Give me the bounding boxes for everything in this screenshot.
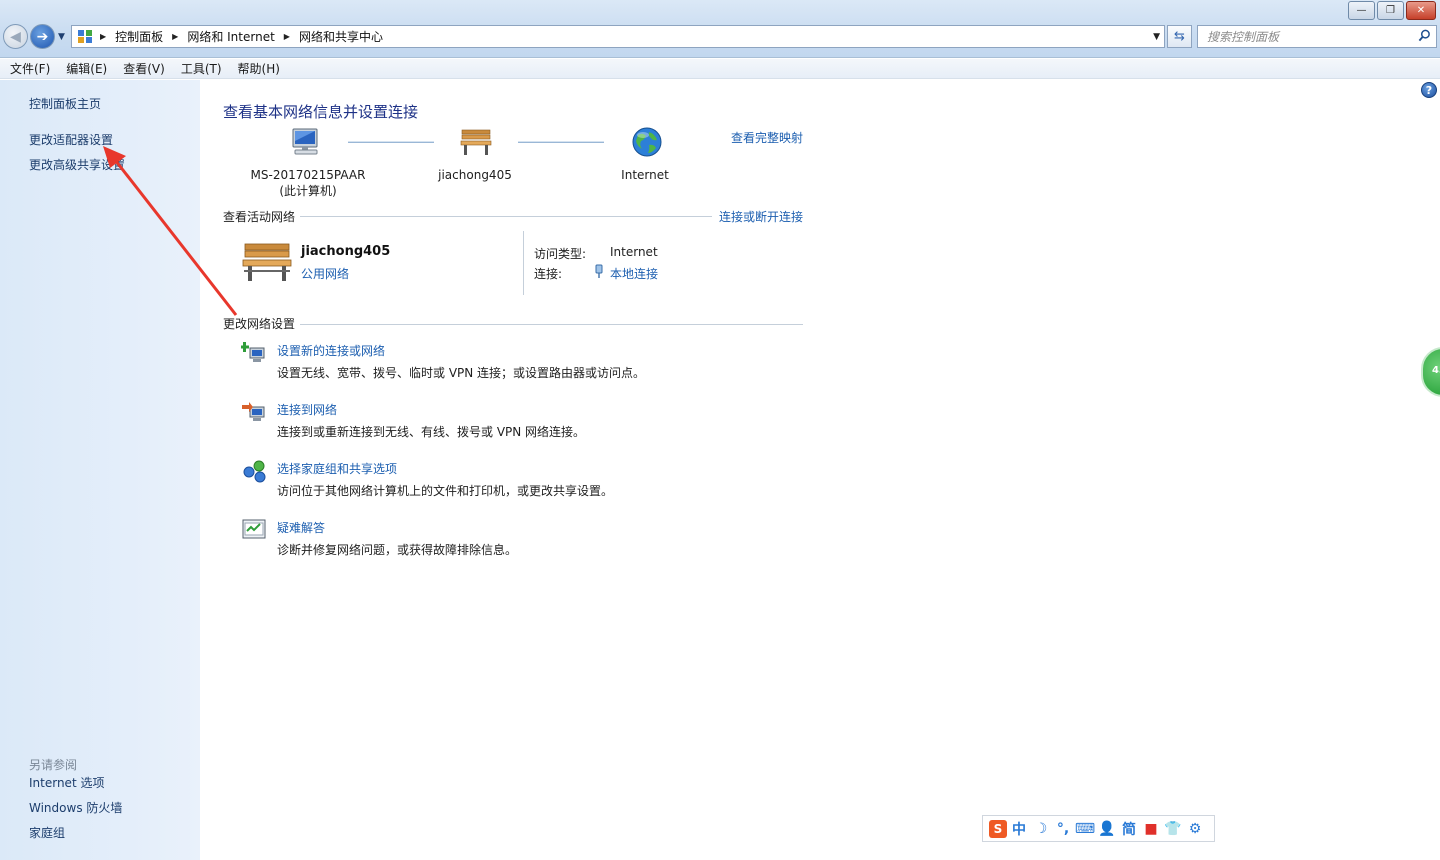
help-icon[interactable]: ? (1421, 82, 1437, 98)
moon-icon[interactable]: ☽ (1031, 819, 1051, 839)
ime-toolbar: S 中 ☽ °, ⌨ 👤 简 ■ 👕 ⚙ (982, 815, 1215, 842)
connection-label: 连接: (534, 267, 563, 281)
menu-file[interactable]: 文件(F) (10, 60, 50, 77)
connection-line (348, 141, 434, 143)
address-bar[interactable]: ▶ 控制面板 ▶ 网络和 Internet ▶ 网络和共享中心 ▼ (71, 25, 1165, 48)
active-networks-title: 查看活动网络 (223, 210, 296, 224)
globe-icon (632, 127, 662, 157)
punctuation-icon[interactable]: °, (1053, 819, 1073, 839)
keyboard-icon[interactable]: ⌨ (1075, 819, 1095, 839)
view-full-map-link[interactable]: 查看完整映射 (731, 129, 803, 146)
task-connect-network-link[interactable]: 连接到网络 (277, 401, 337, 418)
breadcrumb-separator-icon[interactable]: ▶ (100, 32, 106, 41)
refresh-button[interactable]: ⇆ (1167, 25, 1192, 48)
local-connection-link[interactable]: 本地连接 (610, 265, 658, 282)
node-computer-name: MS-20170215PAAR (250, 168, 366, 182)
task-homegroup-link[interactable]: 选择家庭组和共享选项 (277, 460, 397, 477)
node-computer: MS-20170215PAAR (此计算机) (243, 167, 373, 199)
page-title: 查看基本网络信息并设置连接 (223, 103, 419, 121)
history-dropdown-icon[interactable]: ▼ (58, 32, 65, 42)
sidebar-link-change-adapter-settings[interactable]: 更改适配器设置 (29, 131, 113, 148)
task-homegroup-desc: 访问位于其他网络计算机上的文件和打印机，或更改共享设置。 (277, 484, 614, 498)
breadcrumb-separator-icon[interactable]: ▶ (172, 32, 178, 41)
change-settings-title: 更改网络设置 (223, 317, 296, 331)
annotation-arrow (103, 146, 238, 316)
breadcrumb-separator-icon[interactable]: ▶ (284, 32, 290, 41)
menu-tools[interactable]: 工具(T) (181, 60, 222, 77)
task-troubleshoot-desc: 诊断并修复网络问题，或获得故障排除信息。 (277, 543, 518, 557)
search-placeholder: 搜索控制面板 (1207, 30, 1280, 44)
back-button[interactable]: ◀ (3, 24, 28, 49)
task-troubleshoot-link[interactable]: 疑难解答 (277, 519, 325, 536)
network-bench-icon (242, 243, 292, 281)
bench-icon (460, 129, 492, 155)
connect-disconnect-link[interactable]: 连接或断开连接 (719, 208, 803, 225)
menu-help[interactable]: 帮助(H) (238, 60, 280, 77)
settings-gear-icon[interactable]: ⚙ (1185, 819, 1205, 839)
node-network-name: jiachong405 (438, 168, 512, 182)
breadcrumb-network-internet[interactable]: 网络和 Internet (187, 28, 274, 45)
node-internet: Internet (621, 168, 669, 182)
floating-badge[interactable]: 43 (1421, 347, 1440, 397)
search-icon[interactable] (1418, 29, 1431, 42)
address-dropdown-icon[interactable]: ▼ (1153, 32, 1160, 42)
ethernet-plug-icon (595, 264, 603, 278)
task-setup-new-connection-desc: 设置无线、宽带、拨号、临时或 VPN 连接；或设置路由器或访问点。 (277, 366, 646, 380)
new-connection-icon (241, 342, 265, 362)
menu-bar: 文件(F) 编辑(E) 查看(V) 工具(T) 帮助(H) (0, 59, 1440, 79)
active-network-name: jiachong405 (301, 244, 391, 259)
homegroup-icon (243, 460, 266, 483)
access-type-label: 访问类型: (534, 247, 587, 261)
connect-network-icon (242, 402, 265, 421)
sidebar-link-homegroup[interactable]: 家庭组 (29, 824, 65, 841)
user-icon[interactable]: 👤 (1097, 819, 1117, 839)
close-button[interactable]: ✕ (1406, 1, 1436, 20)
breadcrumb-network-sharing-center[interactable]: 网络和共享中心 (299, 28, 383, 45)
ime-chinese-mode-button[interactable]: 中 (1009, 819, 1029, 839)
window-controls: — ❐ ✕ (1346, 1, 1436, 20)
menu-view[interactable]: 查看(V) (123, 60, 165, 77)
skin-icon[interactable]: 👕 (1163, 819, 1183, 839)
section-divider (300, 216, 712, 217)
sidebar-link-internet-options[interactable]: Internet 选项 (29, 774, 104, 791)
sidebar-link-control-panel-home[interactable]: 控制面板主页 (29, 95, 101, 112)
forward-button[interactable]: ➔ (30, 24, 55, 49)
breadcrumb-control-panel[interactable]: 控制面板 (115, 28, 163, 45)
connection-line (518, 141, 604, 143)
node-computer-sublabel: (此计算机) (279, 184, 337, 198)
computer-icon (292, 128, 318, 155)
task-connect-network-desc: 连接到或重新连接到无线、有线、拨号或 VPN 网络连接。 (277, 425, 586, 439)
sidebar (0, 80, 200, 860)
see-also-title: 另请参阅 (29, 758, 78, 772)
menu-edit[interactable]: 编辑(E) (66, 60, 107, 77)
restore-button[interactable]: ❐ (1377, 1, 1404, 20)
network-type-link[interactable]: 公用网络 (301, 265, 349, 282)
vertical-divider (523, 231, 524, 295)
control-panel-icon (78, 29, 92, 44)
ime-simplified-button[interactable]: 简 (1119, 819, 1139, 839)
sidebar-link-windows-firewall[interactable]: Windows 防火墙 (29, 799, 122, 816)
minimize-button[interactable]: — (1348, 1, 1375, 20)
task-setup-new-connection-link[interactable]: 设置新的连接或网络 (277, 342, 385, 359)
sidebar-link-advanced-sharing[interactable]: 更改高级共享设置 (29, 156, 125, 173)
section-divider (300, 324, 803, 325)
ime-logo-icon[interactable]: S (989, 819, 1007, 838)
access-type-value: Internet (610, 245, 658, 259)
troubleshoot-icon (242, 519, 266, 539)
video-icon[interactable]: ■ (1141, 819, 1161, 839)
search-input[interactable]: 搜索控制面板 (1197, 25, 1437, 48)
